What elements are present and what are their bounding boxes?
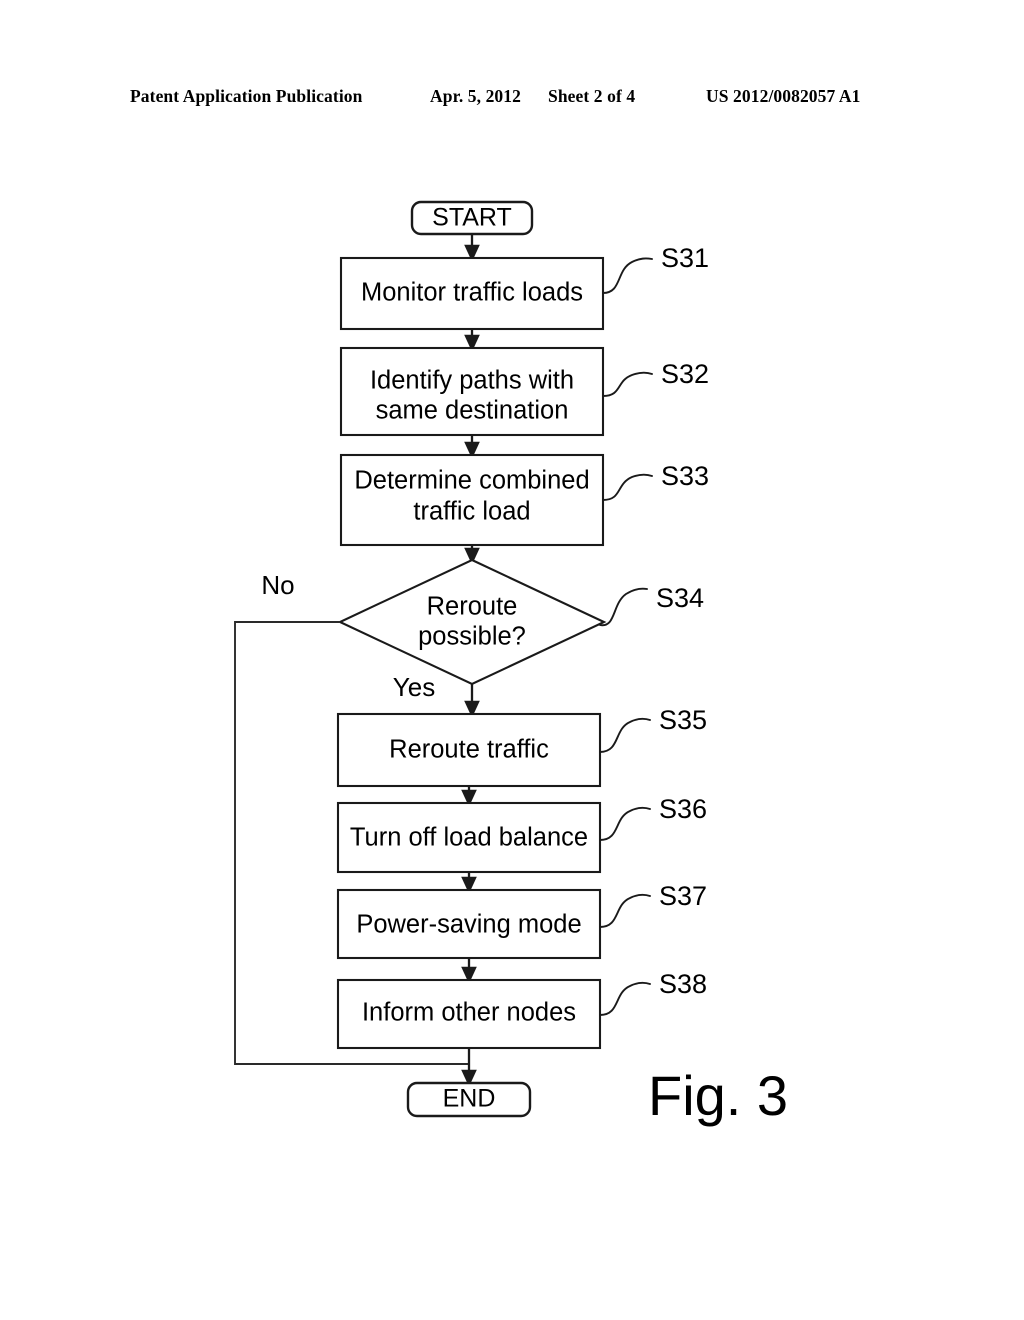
leader-line-s32 <box>602 371 653 397</box>
step-id-s31: S31 <box>661 243 709 273</box>
decision-diamond-s34: Reroute possible? <box>337 558 607 686</box>
process-box-s32-label-line2: same destination <box>376 397 569 425</box>
terminal-start: START <box>410 200 534 236</box>
step-id-s37: S37 <box>659 881 707 911</box>
step-id-s33: S33 <box>661 461 709 491</box>
process-box-s35: Reroute traffic <box>336 712 602 788</box>
decision-diamond-s34-label-line2: possible? <box>418 623 526 651</box>
terminal-start-label: START <box>432 204 512 232</box>
process-box-s31: Monitor traffic loads <box>339 256 605 331</box>
leader-line-s31 <box>602 257 653 294</box>
leader-line-s35 <box>599 717 651 753</box>
patent-page: Patent Application Publication Apr. 5, 2… <box>0 0 1024 1320</box>
step-id-s35: S35 <box>659 705 707 735</box>
branch-label-yes: Yes <box>393 672 435 702</box>
step-id-s36: S36 <box>659 794 707 824</box>
process-box-s38: Inform other nodes <box>336 978 602 1050</box>
process-box-s33-label-line1: Determine combined <box>354 467 589 495</box>
process-box-s33: Determine combined traffic load <box>339 453 605 547</box>
decision-diamond-s34-label-line1: Reroute <box>427 593 518 621</box>
terminal-end: END <box>406 1081 532 1118</box>
process-box-s32-label-line1: Identify paths with <box>370 367 574 395</box>
process-box-s38-label: Inform other nodes <box>362 999 576 1027</box>
leader-line-s36 <box>599 806 651 841</box>
leader-line-s33 <box>602 473 653 501</box>
process-box-s37: Power-saving mode <box>336 888 602 960</box>
flowchart-figure: START Monitor traffic loads S31 Identify… <box>234 200 788 1127</box>
figure-caption: Fig. 3 <box>648 1064 788 1127</box>
leader-line-s38 <box>599 981 651 1016</box>
process-box-s36: Turn off load balance <box>336 801 602 874</box>
process-box-s32: Identify paths with same destination <box>339 346 605 437</box>
step-id-s32: S32 <box>661 359 709 389</box>
leader-line-s34 <box>599 587 648 626</box>
process-box-s33-label-line2: traffic load <box>413 498 530 526</box>
leader-line-s37 <box>599 893 651 928</box>
process-box-s31-label: Monitor traffic loads <box>361 279 583 307</box>
step-id-s34: S34 <box>656 583 704 613</box>
branch-label-no: No <box>261 570 294 600</box>
process-box-s35-label: Reroute traffic <box>389 736 549 764</box>
step-id-s38: S38 <box>659 969 707 999</box>
process-box-s37-label: Power-saving mode <box>356 911 581 939</box>
terminal-end-label: END <box>443 1085 496 1113</box>
process-box-s36-label: Turn off load balance <box>350 824 588 852</box>
